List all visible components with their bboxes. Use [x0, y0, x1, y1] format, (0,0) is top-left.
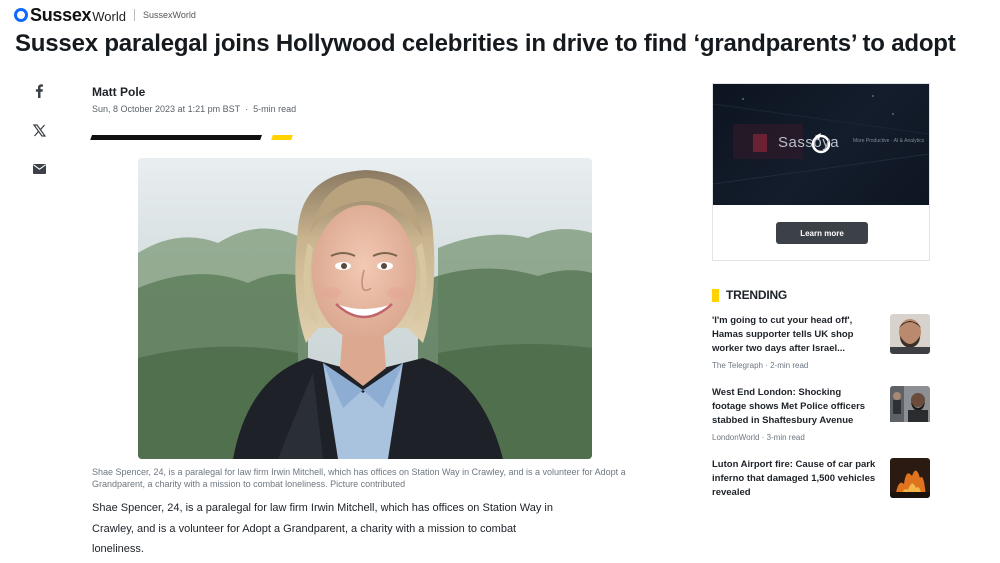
trending-header: TRENDING [712, 288, 787, 302]
article-headline: Sussex paralegal joins Hollywood celebri… [15, 30, 956, 57]
byline-divider [90, 135, 262, 140]
article-hero-image[interactable] [138, 158, 592, 459]
trending-item[interactable]: 'I'm going to cut your head off', Hamas … [712, 314, 932, 370]
trending-item[interactable]: Luton Airport fire: Cause of car park in… [712, 458, 932, 500]
trending-item-text: 'I'm going to cut your head off', Hamas … [712, 314, 877, 370]
trending-accent-bar [712, 288, 719, 302]
brand-name: Sussex [30, 4, 92, 25]
trending-title: TRENDING [726, 288, 788, 302]
trending-thumbnail[interactable] [890, 314, 930, 354]
ad-banner-image[interactable]: Sassoya More Productive · AI & Analytics [713, 84, 929, 205]
trending-headline[interactable]: West End London: Shocking footage shows … [712, 386, 877, 428]
trending-thumbnail[interactable] [890, 458, 930, 498]
trending-source: The Telegraph [712, 361, 763, 370]
trending-item[interactable]: West End London: Shocking footage shows … [712, 386, 932, 442]
x-share-button[interactable] [28, 119, 50, 141]
facebook-share-button[interactable] [28, 80, 50, 102]
portrait-photo [138, 158, 592, 459]
ad-tagline: More Productive · AI & Analytics [853, 138, 925, 144]
portrait-thumbnail [890, 314, 930, 354]
article-meta: Sun, 8 October 2023 at 1:21 pm BST · 5-min… [92, 104, 296, 114]
share-rail [28, 80, 50, 197]
ad-brand: Sassoya [778, 134, 840, 151]
trending-item-text: Luton Airport fire: Cause of car park in… [712, 458, 877, 500]
trending-thumbnail[interactable] [890, 386, 930, 426]
ad-learn-more-button[interactable]: Learn more [776, 222, 868, 244]
publish-date: Sun, 8 October 2023 at 1:21 pm BST [92, 104, 241, 114]
brand-suffix: World [92, 8, 126, 24]
byline-divider-accent [271, 135, 293, 140]
author-name[interactable]: Matt Pole [92, 85, 296, 99]
trending-meta: The Telegraph · 2-min read [712, 361, 809, 370]
byline: Matt Pole Sun, 8 October 2023 at 1:21 pm… [92, 85, 296, 114]
fire-thumbnail [890, 458, 930, 498]
cctv-still-thumbnail [890, 386, 930, 422]
brand-separator [133, 9, 135, 21]
image-caption: Shae Spencer, 24, is a paralegal for law… [92, 467, 626, 489]
provider-name: SussexWorld [142, 10, 196, 20]
trending-read-time: 2-min read [770, 361, 809, 370]
article-body-paragraph: Shae Spencer, 24, is a paralegal for law… [92, 502, 553, 555]
trending-item-text: West End London: Shocking footage shows … [712, 386, 877, 442]
meta-separator: · [245, 104, 249, 114]
mail-icon [32, 164, 46, 174]
brand-header[interactable]: Sussex World SussexWorld [14, 5, 196, 25]
trending-source: LondonWorld [712, 433, 760, 442]
x-icon [32, 123, 46, 137]
trending-headline[interactable]: 'I'm going to cut your head off', Hamas … [712, 314, 877, 356]
trending-read-time: 3-min read [766, 433, 805, 442]
email-share-button[interactable] [28, 158, 50, 180]
advertisement[interactable]: Sassoya More Productive · AI & Analytics… [712, 83, 930, 261]
facebook-icon [35, 84, 43, 98]
trending-headline[interactable]: Luton Airport fire: Cause of car park in… [712, 458, 877, 500]
brand-logo[interactable]: Sussex World [14, 5, 126, 26]
read-time: 5-min read [253, 104, 297, 114]
trending-meta: LondonWorld · 3-min read [712, 433, 805, 442]
brand-logo-ring-icon [14, 7, 28, 22]
